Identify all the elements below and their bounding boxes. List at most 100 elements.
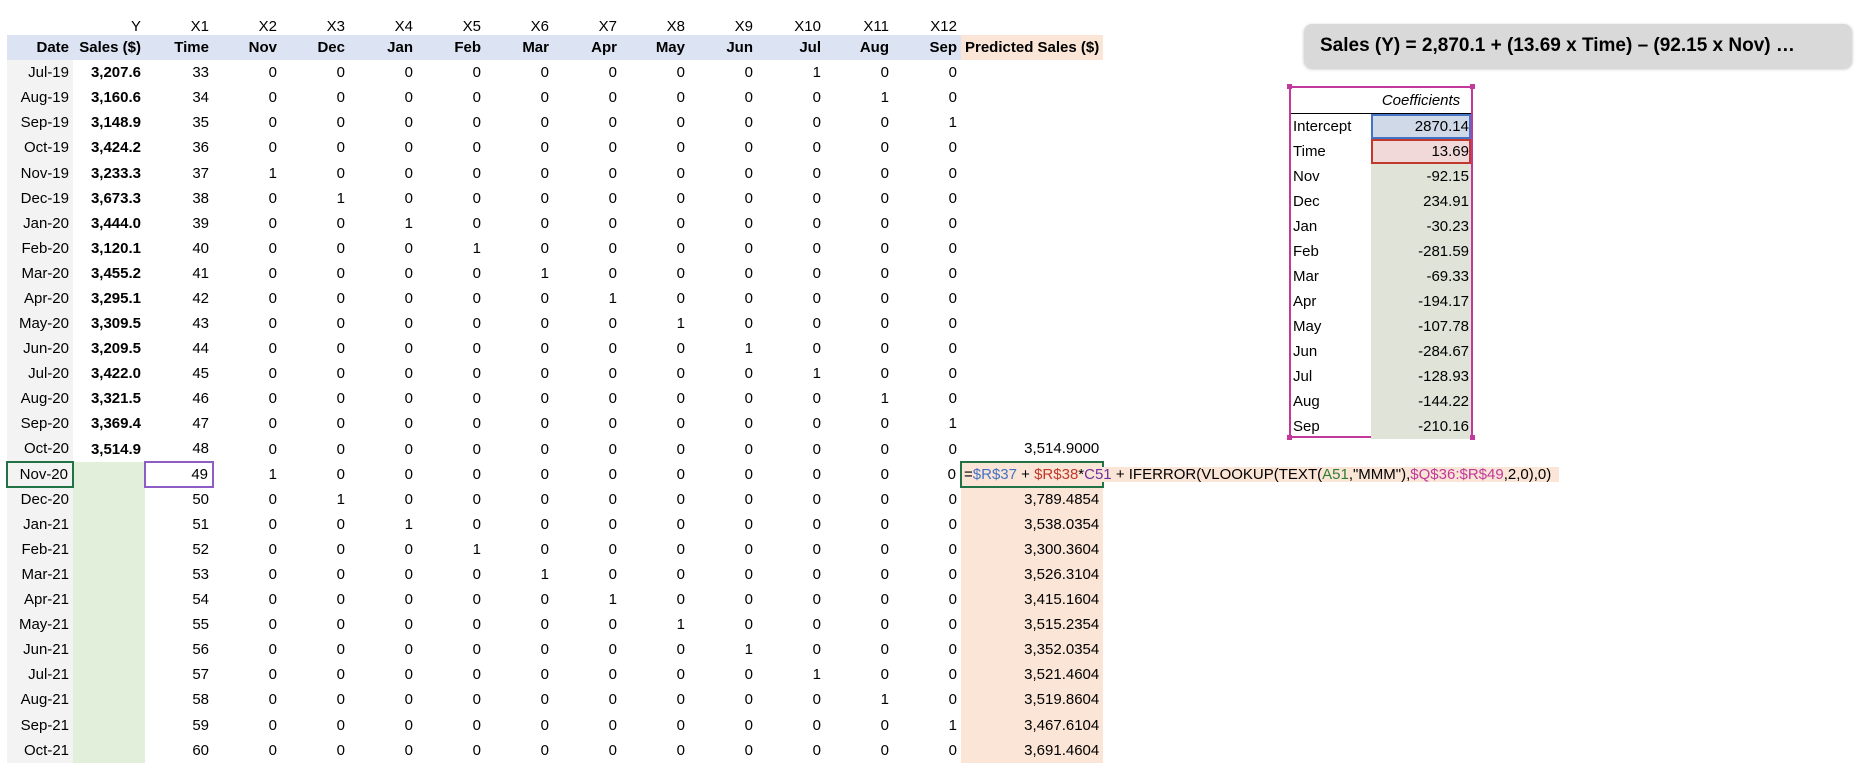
- dummy-cell[interactable]: 0: [825, 713, 893, 738]
- dummy-cell[interactable]: 0: [281, 286, 349, 311]
- coefficient-name[interactable]: Jan: [1291, 214, 1371, 239]
- dummy-cell[interactable]: 0: [485, 110, 553, 135]
- dummy-cell[interactable]: 1: [553, 286, 621, 311]
- dummy-cell[interactable]: 0: [757, 487, 825, 512]
- dummy-cell[interactable]: 0: [893, 135, 961, 160]
- coefficient-name[interactable]: Time: [1291, 139, 1371, 164]
- dummy-cell[interactable]: 0: [757, 85, 825, 110]
- coefficient-value[interactable]: 13.69: [1371, 139, 1471, 164]
- dummy-cell[interactable]: 0: [825, 462, 893, 487]
- sales-cell[interactable]: [73, 737, 145, 763]
- dummy-cell[interactable]: 0: [349, 311, 417, 336]
- dummy-cell[interactable]: 0: [417, 336, 485, 361]
- predicted-sales-cell[interactable]: [961, 186, 1103, 211]
- dummy-cell[interactable]: 0: [213, 361, 281, 386]
- dummy-cell[interactable]: 0: [213, 587, 281, 612]
- dummy-cell[interactable]: 0: [213, 261, 281, 286]
- dummy-cell[interactable]: 0: [893, 512, 961, 537]
- sales-cell[interactable]: 3,321.5: [73, 386, 145, 411]
- dummy-cell[interactable]: 1: [825, 687, 893, 712]
- dummy-cell[interactable]: 0: [689, 587, 757, 612]
- dummy-cell[interactable]: 0: [417, 311, 485, 336]
- date-cell[interactable]: Aug-21: [7, 687, 73, 713]
- dummy-cell[interactable]: 0: [689, 537, 757, 562]
- dummy-cell[interactable]: 0: [553, 437, 621, 462]
- dummy-cell[interactable]: 0: [893, 160, 961, 185]
- dummy-cell[interactable]: 0: [757, 562, 825, 587]
- dummy-cell[interactable]: 0: [485, 160, 553, 185]
- selection-handle[interactable]: [1287, 435, 1292, 440]
- dummy-cell[interactable]: 0: [213, 437, 281, 462]
- time-cell[interactable]: 43: [145, 311, 213, 336]
- dummy-cell[interactable]: 0: [757, 336, 825, 361]
- dummy-cell[interactable]: 0: [485, 361, 553, 386]
- dummy-cell[interactable]: 0: [689, 687, 757, 712]
- dummy-cell[interactable]: 0: [553, 311, 621, 336]
- dummy-cell[interactable]: 0: [553, 487, 621, 512]
- predicted-sales-cell[interactable]: [961, 110, 1103, 135]
- dummy-cell[interactable]: 0: [417, 60, 485, 85]
- dummy-cell[interactable]: 0: [417, 386, 485, 411]
- dummy-cell[interactable]: 0: [825, 336, 893, 361]
- dummy-cell[interactable]: 0: [281, 462, 349, 487]
- sales-cell[interactable]: [73, 461, 145, 487]
- dummy-cell[interactable]: 0: [689, 311, 757, 336]
- dummy-cell[interactable]: 0: [213, 135, 281, 160]
- column-header[interactable]: Predicted Sales ($): [961, 35, 1104, 61]
- dummy-cell[interactable]: 0: [621, 562, 689, 587]
- dummy-cell[interactable]: 0: [213, 236, 281, 261]
- dummy-cell[interactable]: 0: [621, 135, 689, 160]
- coefficient-value[interactable]: 2870.14: [1371, 113, 1471, 139]
- time-cell[interactable]: 60: [145, 738, 213, 763]
- date-cell[interactable]: Oct-19: [7, 135, 73, 161]
- time-cell[interactable]: 51: [145, 512, 213, 537]
- dummy-cell[interactable]: 1: [213, 462, 281, 487]
- dummy-cell[interactable]: 0: [349, 738, 417, 763]
- dummy-cell[interactable]: 0: [349, 713, 417, 738]
- dummy-cell[interactable]: 0: [893, 637, 961, 662]
- dummy-cell[interactable]: 0: [621, 211, 689, 236]
- dummy-cell[interactable]: 0: [349, 85, 417, 110]
- time-cell[interactable]: 49: [144, 460, 214, 488]
- dummy-cell[interactable]: 0: [281, 537, 349, 562]
- dummy-cell[interactable]: 0: [281, 562, 349, 587]
- column-header[interactable]: Apr: [553, 35, 621, 61]
- dummy-cell[interactable]: 0: [485, 462, 553, 487]
- dummy-cell[interactable]: 0: [621, 537, 689, 562]
- dummy-cell[interactable]: 1: [485, 261, 553, 286]
- coefficient-value[interactable]: -144.22: [1371, 389, 1471, 414]
- date-cell[interactable]: Apr-20: [7, 285, 73, 312]
- dummy-cell[interactable]: 0: [553, 612, 621, 637]
- dummy-cell[interactable]: 0: [417, 261, 485, 286]
- sales-cell[interactable]: 3,209.5: [73, 336, 145, 361]
- dummy-cell[interactable]: 0: [621, 386, 689, 411]
- sales-cell[interactable]: 3,422.0: [73, 361, 145, 386]
- dummy-cell[interactable]: 0: [757, 637, 825, 662]
- dummy-cell[interactable]: 0: [485, 386, 553, 411]
- dummy-cell[interactable]: 0: [621, 662, 689, 687]
- date-cell[interactable]: Mar-20: [7, 260, 73, 286]
- dummy-cell[interactable]: 0: [349, 110, 417, 135]
- dummy-cell[interactable]: 0: [281, 386, 349, 411]
- dummy-cell[interactable]: 0: [893, 738, 961, 763]
- sales-cell[interactable]: [73, 612, 145, 638]
- dummy-cell[interactable]: 0: [825, 662, 893, 687]
- predicted-sales-cell[interactable]: [961, 286, 1103, 311]
- dummy-cell[interactable]: 1: [893, 411, 961, 436]
- column-header[interactable]: Aug: [825, 35, 893, 61]
- dummy-cell[interactable]: 0: [281, 637, 349, 662]
- dummy-cell[interactable]: 0: [417, 662, 485, 687]
- dummy-cell[interactable]: 0: [825, 135, 893, 160]
- sales-cell[interactable]: [73, 587, 145, 613]
- dummy-cell[interactable]: 0: [893, 60, 961, 85]
- time-cell[interactable]: 57: [145, 662, 213, 687]
- dummy-cell[interactable]: 0: [349, 286, 417, 311]
- date-cell[interactable]: Jan-20: [7, 210, 73, 236]
- dummy-cell[interactable]: 0: [417, 286, 485, 311]
- column-header[interactable]: Sep: [893, 35, 961, 61]
- dummy-cell[interactable]: 0: [485, 612, 553, 637]
- dummy-cell[interactable]: 0: [417, 687, 485, 712]
- dummy-cell[interactable]: 0: [621, 186, 689, 211]
- dummy-cell[interactable]: 0: [553, 537, 621, 562]
- dummy-cell[interactable]: 0: [485, 311, 553, 336]
